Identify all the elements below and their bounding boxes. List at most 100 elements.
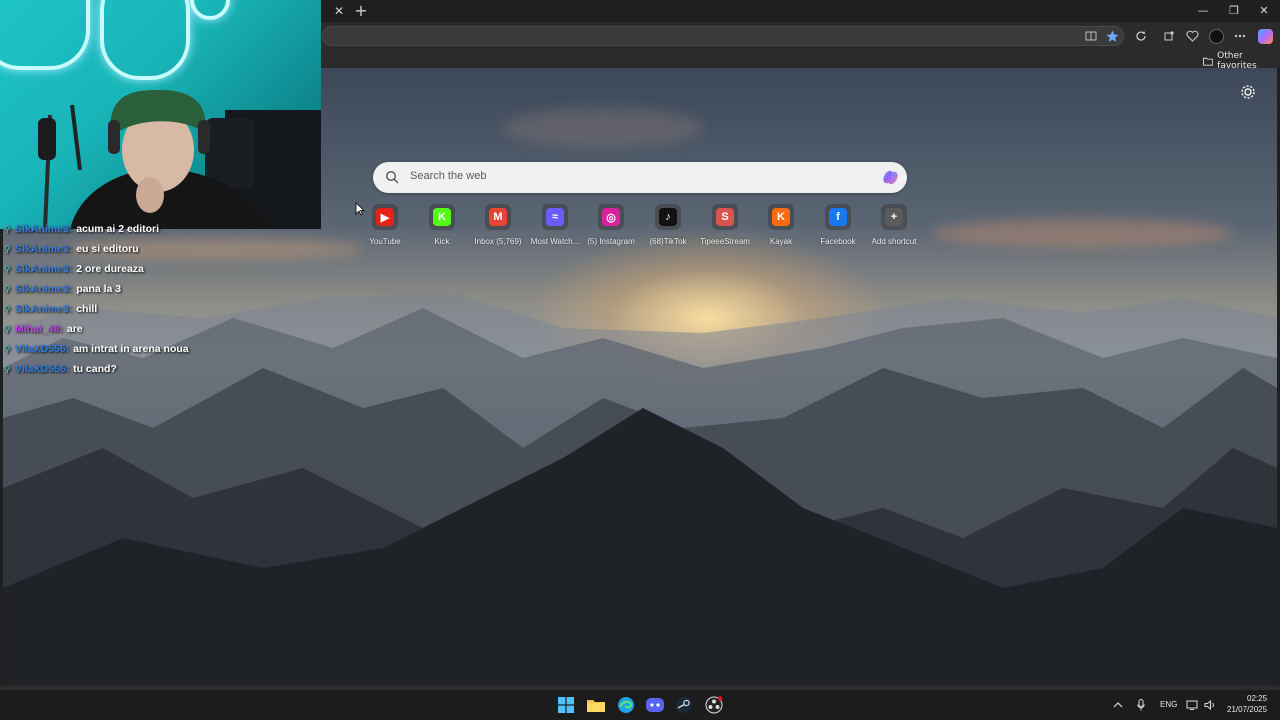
chat-badge-icon: ⚲ [4, 323, 11, 334]
youtube-icon: ▶ [376, 208, 394, 226]
chat-badge-icon: ⚲ [4, 363, 11, 374]
chat-message: ⚲ Mihai_48: are [4, 319, 304, 339]
shortcut-inbox-5-769[interactable]: M Inbox (5,769) [468, 204, 528, 246]
chat-message: ⚲ SlkAnime3: acum ai 2 editori [4, 219, 304, 239]
chat-text: are [66, 323, 83, 335]
chat-message: ⚲ SlkAnime3: 2 ore dureaza [4, 259, 304, 279]
add-icon: + [885, 208, 903, 226]
shortcut-most-watch[interactable]: ≈ Most Watch... [525, 204, 585, 246]
restore-button[interactable]: ❐ [1219, 2, 1249, 20]
search-placeholder[interactable]: Search the web [410, 170, 486, 182]
shortcut-tile[interactable]: ≈ [542, 204, 568, 230]
chat-badge-icon: ⚲ [4, 223, 11, 234]
address-bar[interactable] [322, 26, 1124, 46]
language-indicator[interactable]: ENG [1160, 700, 1177, 709]
shortcut-label: Facebook [820, 237, 856, 246]
chat-badge-icon: ⚲ [4, 263, 11, 274]
chat-text: eu si editoru [76, 243, 139, 255]
steam-icon[interactable] [673, 694, 695, 716]
chat-username: SlkAnime3: [15, 283, 73, 295]
shortcut-label: (68)TikTok [649, 237, 687, 246]
more-options-icon[interactable] [1231, 27, 1249, 45]
shortcut-label: Inbox (5,769) [474, 237, 522, 246]
wave-icon: ≈ [546, 208, 564, 226]
shortcut-tile[interactable]: + [881, 204, 907, 230]
chat-username: SlkAnime3: [15, 263, 73, 275]
chat-message: ⚲ SlkAnime3: chill [4, 299, 304, 319]
shortcut-label: Kayak [769, 237, 793, 246]
chat-message: ⚲ VilaXD556: am intrat in arena noua [4, 339, 304, 359]
chat-text: tu cand? [73, 363, 117, 375]
instagram-icon: ◎ [602, 208, 620, 226]
shortcut-add-shortcut[interactable]: + Add shortcut [864, 204, 924, 246]
profile-avatar[interactable] [1207, 27, 1225, 45]
shortcut-tile[interactable]: K [768, 204, 794, 230]
webcam-overlay [0, 0, 321, 229]
obs-icon[interactable] [703, 694, 725, 716]
refresh-icon[interactable] [1132, 27, 1150, 45]
close-window-button[interactable]: ✕ [1249, 2, 1279, 20]
show-hidden-icons-icon[interactable] [1110, 694, 1126, 716]
shortcut-kick[interactable]: K Kick [412, 204, 472, 246]
shortcut-tile[interactable]: M [485, 204, 511, 230]
chat-message: ⚲ SlkAnime3: eu si editoru [4, 239, 304, 259]
shortcut-facebook[interactable]: f Facebook [808, 204, 868, 246]
clock-time[interactable]: 02:25 [1247, 694, 1267, 703]
health-icon[interactable] [1183, 27, 1201, 45]
shortcut-label: YouTube [369, 237, 401, 246]
chat-text: chill [76, 303, 98, 315]
file-explorer-icon[interactable] [585, 694, 607, 716]
copilot-toolbar-icon[interactable] [1256, 27, 1274, 45]
shortcut-tile[interactable]: ▶ [372, 204, 398, 230]
reader-view-icon[interactable] [1082, 27, 1100, 45]
tipeeestream-icon: S [716, 208, 734, 226]
folder-icon [1203, 57, 1214, 66]
network-icon[interactable] [1184, 694, 1200, 716]
chat-text: pana la 3 [76, 283, 122, 295]
volume-icon[interactable] [1202, 694, 1218, 716]
microphone-icon[interactable] [1133, 694, 1149, 716]
chat-message: ⚲ VilaXD556: tu cand? [4, 359, 304, 379]
chat-username: SlkAnime3: [15, 223, 73, 235]
new-tab-button[interactable]: + [352, 2, 370, 20]
copilot-icon[interactable] [880, 167, 901, 188]
chat-overlay: ⚲ SlkAnime3: acum ai 2 editori ⚲ SlkAnime3: e… [4, 219, 304, 379]
streamer-silhouette [38, 90, 321, 229]
chat-username: SlkAnime3: [15, 303, 73, 315]
shortcut-5-instagram[interactable]: ◎ (5) Instagram [581, 204, 641, 246]
chat-badge-icon: ⚲ [4, 343, 11, 354]
shortcut-label: (5) Instagram [587, 237, 635, 246]
shortcut-tile[interactable]: ◎ [598, 204, 624, 230]
chat-badge-icon: ⚲ [4, 303, 11, 314]
discord-icon[interactable] [644, 694, 666, 716]
shortcut-kayak[interactable]: K Kayak [751, 204, 811, 246]
extensions-icon[interactable] [1160, 27, 1178, 45]
chat-username: SlkAnime3: [15, 243, 73, 255]
clock-date[interactable]: 21/07/2025 [1227, 705, 1267, 714]
taskbar [0, 689, 1280, 720]
kayak-icon: K [772, 208, 790, 226]
windows-start-icon[interactable] [555, 694, 577, 716]
page-settings-icon[interactable] [1239, 83, 1257, 101]
shortcut-label: Kick [434, 237, 450, 246]
edge-icon[interactable] [615, 694, 637, 716]
shortcut-tipeeestream[interactable]: S TipeeeStream [695, 204, 755, 246]
favorite-star-icon[interactable] [1103, 27, 1121, 45]
shortcut-tile[interactable]: ♪ [655, 204, 681, 230]
tiktok-icon: ♪ [659, 208, 677, 226]
shortcut-label: TipeeeStream [700, 237, 750, 246]
chat-badge-icon: ⚲ [4, 283, 11, 294]
chat-text: 2 ore dureaza [76, 263, 144, 275]
minimize-button[interactable]: — [1188, 2, 1218, 20]
chat-text: acum ai 2 editori [76, 223, 160, 235]
chat-message: ⚲ SlkAnime3: pana la 3 [4, 279, 304, 299]
shortcut-tile[interactable]: K [429, 204, 455, 230]
chat-username: Mihai_48: [15, 323, 63, 335]
close-tab-icon[interactable]: ✕ [331, 3, 347, 19]
shortcut-68-tiktok[interactable]: ♪ (68)TikTok [638, 204, 698, 246]
shortcut-tile[interactable]: S [712, 204, 738, 230]
shortcut-tile[interactable]: f [825, 204, 851, 230]
search-icon [385, 169, 401, 185]
chat-username: VilaXD556: [15, 343, 70, 355]
chat-text: am intrat in arena noua [73, 343, 189, 355]
